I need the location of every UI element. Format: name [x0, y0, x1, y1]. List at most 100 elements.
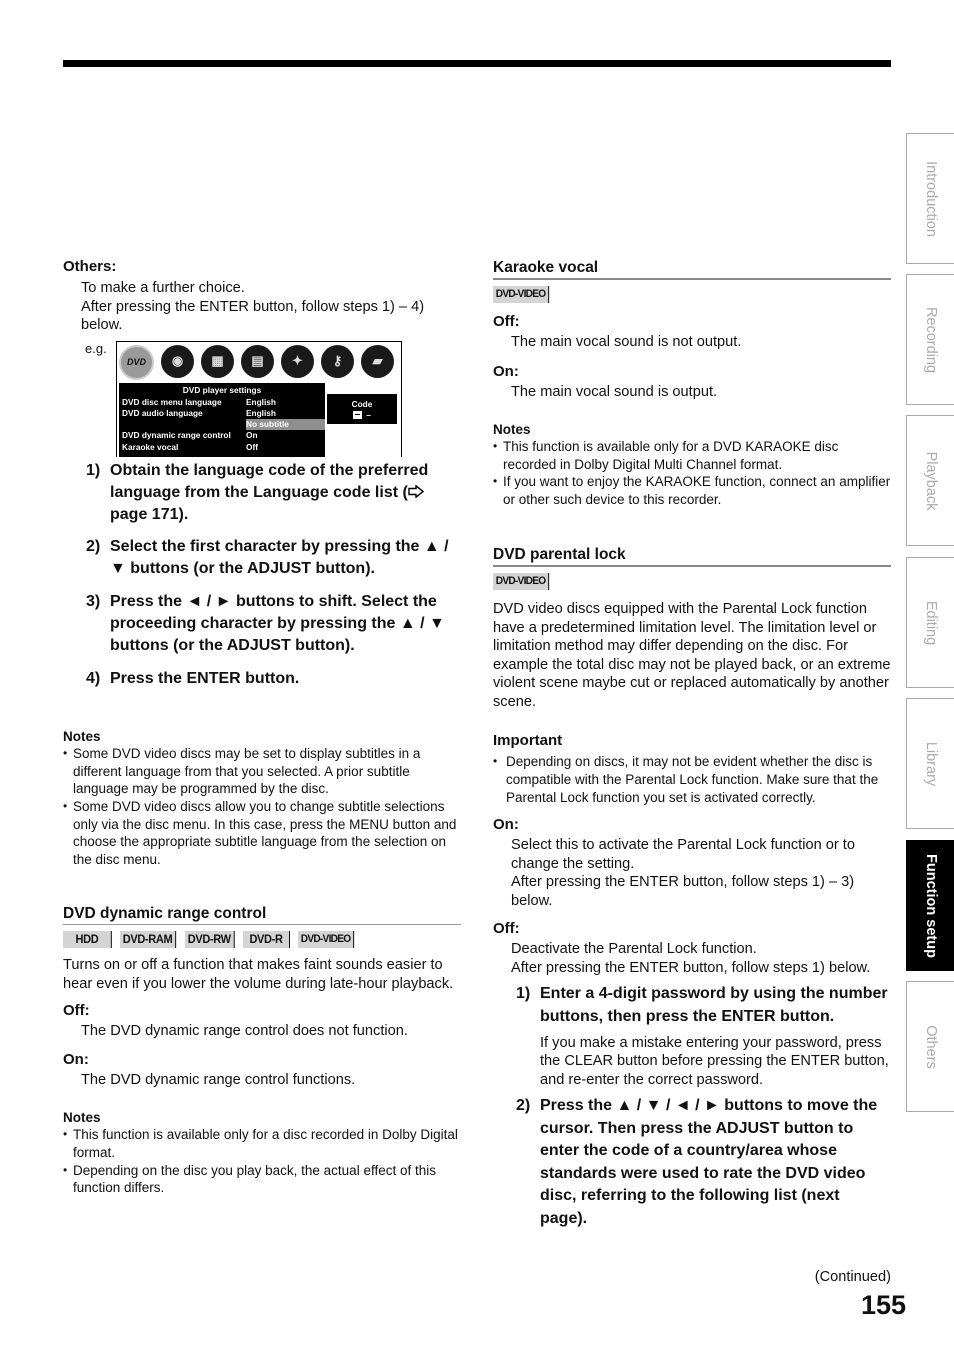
step: 3) Press the ◄ / ► buttons to shift. Sele…	[63, 591, 461, 658]
tab-label: Playback	[922, 451, 939, 510]
picture-icon: ▦	[201, 344, 234, 378]
on-label: On:	[493, 362, 519, 380]
tab-label: Editing	[922, 600, 939, 645]
remote-icon: ▤	[241, 344, 274, 378]
off-line-1: Deactivate the Parental Lock function.	[511, 941, 757, 958]
disc-arrow-icon: ✦	[281, 344, 314, 378]
others-label: Others:	[63, 258, 117, 275]
on-text: The main vocal sound is output.	[511, 383, 718, 400]
note-item: Depending on the disc you play back, the…	[63, 1162, 461, 1197]
notes-subtitles: Notes Some DVD video discs may be set to…	[63, 728, 461, 868]
menu-row-key: DVD audio language	[122, 407, 203, 418]
settings-screen: DVD ◉ ▦ ▤ ✦ ⚷ ▰ DVD player settings DVD …	[116, 340, 402, 457]
dvd-player-settings-menu: DVD player settings DVD disc menu langua…	[119, 382, 325, 457]
step: 4) Press the ENTER button.	[63, 668, 461, 690]
step: 2) Press the ▲ / ▼ / ◄ / ► buttons to mov…	[493, 1095, 891, 1229]
menu-row: DVD disc menu language English	[119, 397, 325, 408]
step: 1) Obtain the language code of the prefer…	[63, 460, 461, 527]
tab-editing[interactable]: Editing	[906, 557, 954, 688]
badge-dvd-r: DVD-R	[242, 931, 290, 949]
on-line-1: Select this to activate the Parental Loc…	[511, 837, 855, 872]
keys-icon: ⚷	[321, 344, 354, 378]
menu-row-value: No subtitle	[246, 419, 325, 431]
menu-title: DVD player settings	[182, 384, 262, 395]
section-karaoke-vocal: Karaoke vocal DVD-VIDEO Off: The main vo…	[493, 258, 891, 401]
password-steps: 1) Enter a 4-digit password by using the …	[493, 983, 891, 1230]
step-text: Press the ENTER button.	[110, 669, 300, 687]
left-column: Others: To make a further choice. After …	[63, 258, 461, 1197]
section-description: DVD video discs equipped with the Parent…	[493, 601, 891, 710]
notes-karaoke: Notes This function is available only fo…	[493, 421, 891, 508]
off-label: Off:	[493, 920, 520, 938]
tab-label: Library	[922, 741, 939, 786]
step-number: 1)	[516, 985, 531, 1003]
note-item: Some DVD video discs may be set to displ…	[63, 745, 461, 798]
tab-library[interactable]: Library	[906, 698, 954, 829]
note-item: Some DVD video discs allow you to change…	[63, 798, 461, 868]
step-number: 3)	[86, 592, 101, 610]
on-label: On:	[493, 816, 519, 834]
menu-row-key: Karaoke vocal	[122, 441, 179, 452]
note-item: If you want to enjoy the KARAOKE functio…	[493, 473, 891, 508]
step-number: 4)	[86, 669, 101, 687]
badge-dvd-video: DVD-VIDEO	[297, 931, 354, 949]
tab-function-setup[interactable]: Function setup	[906, 840, 954, 971]
others-line-1: To make a further choice.	[81, 280, 245, 296]
menu-row-value: English	[246, 407, 276, 418]
off-label: Off:	[493, 313, 520, 330]
section-title: Karaoke vocal	[493, 258, 891, 280]
section-description: Turns on or off a function that makes fa…	[63, 957, 454, 992]
off-text: The main vocal sound is not output.	[511, 334, 742, 350]
step-text: Press the ▲ / ▼ / ◄ / ► buttons to move …	[540, 1097, 878, 1227]
tab-others[interactable]: Others	[906, 981, 954, 1112]
tab-playback[interactable]: Playback	[906, 415, 954, 546]
notes-dynamic-range: Notes This function is available only fo…	[63, 1109, 461, 1196]
notes-title: Notes	[63, 729, 101, 745]
menu-row-value: Off	[246, 441, 258, 452]
menu-row: Karaoke vocal Off	[119, 442, 325, 453]
menu-row-key: DVD disc menu language	[122, 396, 222, 407]
notes-title: Notes	[63, 1110, 101, 1126]
code-label: Code	[351, 398, 373, 409]
speaker-icon: ◉	[161, 344, 194, 378]
off-text: The DVD dynamic range control does not f…	[81, 1023, 408, 1040]
page-number: 155	[860, 1290, 906, 1320]
badge-dvd-rw: DVD-RW	[184, 931, 235, 949]
menu-row: DVD audio language English	[119, 408, 325, 419]
menu-row: DVD dynamic range control On	[119, 430, 325, 441]
tab-label: Introduction	[922, 160, 939, 237]
step-subtext: If you make a mistake entering your pass…	[540, 1034, 889, 1088]
section-parental-lock: DVD parental lock DVD-VIDEO DVD video di…	[493, 545, 891, 1230]
settings-screen-example: e.g. DVD ◉ ▦ ▤ ✦ ⚷ ▰ DVD player settings…	[63, 340, 461, 463]
step-text: Enter a 4-digit password by using the nu…	[540, 985, 888, 1025]
code-entry-box: Code –	[327, 393, 397, 424]
important-item: Depending on discs, it may not be eviden…	[493, 753, 891, 806]
badge-dvd-video: DVD-VIDEO	[493, 573, 550, 591]
continued-label: (Continued)	[814, 1269, 891, 1285]
step-text: Select the first character by pressing t…	[110, 537, 449, 578]
tab-label: Others	[922, 1024, 939, 1069]
language-code-steps: 1) Obtain the language code of the prefer…	[63, 460, 461, 691]
step-text-page-ref: page 171).	[110, 506, 189, 524]
top-rule	[63, 60, 891, 67]
on-label: On:	[63, 1050, 89, 1068]
page-reference-arrow-icon	[408, 484, 424, 498]
tab-recording[interactable]: Recording	[906, 274, 954, 405]
menu-row-value: On	[246, 430, 258, 441]
dvd-video-icon: DVD	[119, 344, 154, 380]
badge-dvd-ram: DVD-RAM	[120, 931, 177, 949]
right-column: Karaoke vocal DVD-VIDEO Off: The main vo…	[493, 258, 891, 1230]
section-dynamic-range-control: DVD dynamic range control HDD DVD-RAM DV…	[63, 904, 461, 1089]
important-title: Important	[493, 732, 563, 750]
tab-introduction[interactable]: Introduction	[906, 133, 954, 264]
step: 1) Enter a 4-digit password by using the …	[493, 983, 891, 1089]
code-value: –	[366, 409, 371, 420]
menu-icon-row: DVD ◉ ▦ ▤ ✦ ⚷ ▰	[119, 344, 394, 380]
others-line-2: After pressing the ENTER button, follow …	[81, 298, 425, 334]
section-title: DVD parental lock	[493, 545, 891, 568]
off-line-2: After pressing the ENTER button, follow …	[511, 959, 871, 976]
on-line-2: After pressing the ENTER button, follow …	[511, 874, 855, 909]
menu-row-key	[122, 419, 246, 430]
menu-row-key: DVD dynamic range control	[122, 430, 231, 441]
badge-dvd-video: DVD-VIDEO	[493, 286, 550, 303]
